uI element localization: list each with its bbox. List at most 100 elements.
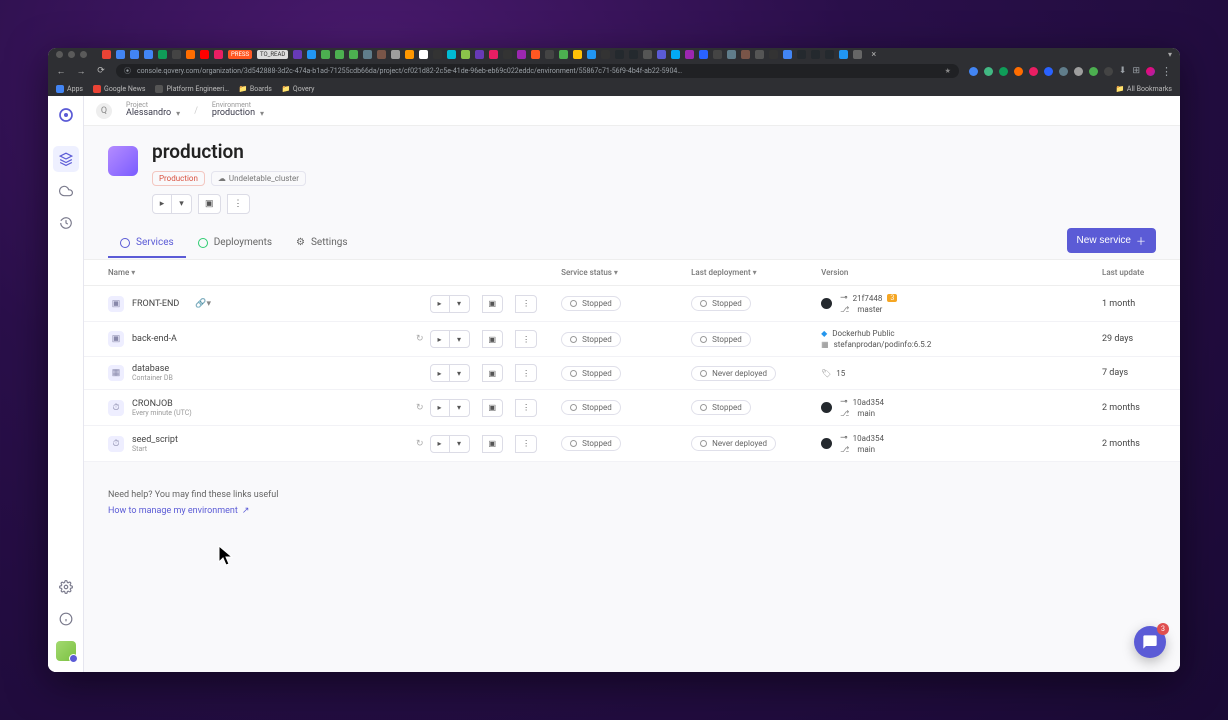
- hero: production Production ☁Undeletable_clust…: [84, 126, 1180, 214]
- row-more-button[interactable]: ⋮: [515, 364, 537, 382]
- tag-icon: 🏷: [821, 369, 831, 378]
- col-status[interactable]: Service status ▾: [549, 260, 679, 286]
- rail-layers-icon[interactable]: [53, 146, 79, 172]
- image-icon: ▦: [821, 340, 829, 349]
- tab-settings[interactable]: ⚙ Settings: [284, 229, 359, 258]
- rail-avatar-icon[interactable]: [53, 638, 79, 664]
- tab-favicons[interactable]: PRESS TO_READ: [102, 50, 1161, 60]
- table-row[interactable]: ▦databaseContainer DB▸▾▣⋮StoppedNever de…: [84, 357, 1180, 390]
- version-badge: 3: [887, 294, 897, 302]
- org-avatar-icon[interactable]: Q: [96, 103, 112, 119]
- link-dropdown-icon[interactable]: 🔗▾: [195, 299, 211, 309]
- row-play-dropdown[interactable]: ▾: [450, 399, 470, 417]
- row-play-button[interactable]: ▸: [430, 435, 450, 453]
- browser-window: PRESS TO_READ: [48, 48, 1180, 672]
- bookmark-platform[interactable]: Platform Engineeri…: [166, 85, 228, 93]
- rail-cloud-icon[interactable]: [53, 178, 79, 204]
- row-stop-button[interactable]: ▣: [482, 330, 504, 348]
- col-last-update: Last update: [1090, 260, 1180, 286]
- bookmark-qovery[interactable]: Qovery: [293, 85, 315, 93]
- bookmark-all[interactable]: All Bookmarks: [1127, 85, 1172, 93]
- tab-overflow-icon[interactable]: ▾: [1168, 50, 1172, 59]
- row-more-button[interactable]: ⋮: [515, 295, 537, 313]
- refresh-icon[interactable]: ↻: [416, 334, 424, 344]
- service-name: CRONJOB: [132, 399, 192, 409]
- rail-info-icon[interactable]: [53, 606, 79, 632]
- row-more-button[interactable]: ⋮: [515, 435, 537, 453]
- rail-settings-icon[interactable]: [53, 574, 79, 600]
- window-controls[interactable]: [56, 51, 87, 58]
- table-row[interactable]: ▣back-end-A↻▸▾▣⋮StoppedStopped◆Dockerhub…: [84, 322, 1180, 357]
- row-play-dropdown[interactable]: ▾: [450, 435, 470, 453]
- row-play-button[interactable]: ▸: [430, 399, 450, 417]
- table-row[interactable]: ⏱seed_scriptStart↻▸▾▣⋮StoppedNever deplo…: [84, 426, 1180, 462]
- bookmarks-bar[interactable]: Apps Google News Platform Engineeri… 📁Bo…: [48, 81, 1180, 96]
- deploy-pill: Stopped: [691, 332, 751, 347]
- refresh-icon[interactable]: ↻: [416, 439, 424, 449]
- nav-back-icon[interactable]: ←: [56, 66, 66, 76]
- commit-icon: ⊸: [840, 433, 848, 443]
- rail-history-icon[interactable]: [53, 210, 79, 236]
- row-stop-button[interactable]: ▣: [482, 435, 504, 453]
- extension-icons[interactable]: ⬇ ⊞ ⋮: [969, 65, 1172, 78]
- tab-strip: PRESS TO_READ: [48, 48, 1180, 61]
- help-link[interactable]: How to manage my environment↗: [108, 506, 1156, 516]
- version-cell: ⊸21f7448 3master: [821, 293, 1078, 314]
- row-play-button[interactable]: ▸: [430, 295, 450, 313]
- row-play-button[interactable]: ▸: [430, 364, 450, 382]
- sort-icon: ▾: [614, 268, 618, 277]
- row-play-dropdown[interactable]: ▾: [450, 364, 470, 382]
- bookmark-apps[interactable]: Apps: [67, 85, 83, 93]
- col-version: Version: [809, 260, 1090, 286]
- last-update-cell: 1 month: [1090, 286, 1180, 322]
- footer-help: Need help? You may find these links usef…: [84, 472, 1180, 524]
- bookmark-boards[interactable]: Boards: [250, 85, 272, 93]
- table-row[interactable]: ▣FRONT-END🔗▾▸▾▣⋮StoppedStopped⊸21f7448 3…: [84, 286, 1180, 322]
- github-icon: [821, 402, 832, 413]
- nav-forward-icon[interactable]: →: [76, 66, 86, 76]
- stop-button[interactable]: ▣: [198, 194, 221, 214]
- row-stop-button[interactable]: ▣: [482, 295, 504, 313]
- row-more-button[interactable]: ⋮: [515, 330, 537, 348]
- last-update-cell: 2 months: [1090, 426, 1180, 462]
- sort-icon: ▾: [131, 268, 135, 277]
- nav-reload-icon[interactable]: ⟳: [96, 66, 106, 76]
- external-link-icon: ↗: [242, 506, 250, 516]
- play-button[interactable]: ▸: [152, 194, 172, 214]
- breadcrumb-environment[interactable]: Environment production▾: [212, 102, 264, 120]
- row-play-dropdown[interactable]: ▾: [450, 295, 470, 313]
- row-more-button[interactable]: ⋮: [515, 399, 537, 417]
- version-cell: ⊸10ad354main: [821, 433, 1078, 454]
- row-play-button[interactable]: ▸: [430, 330, 450, 348]
- tab-badge-toread[interactable]: TO_READ: [257, 50, 288, 59]
- chat-bubble-button[interactable]: 3: [1134, 626, 1166, 658]
- col-last-deploy[interactable]: Last deployment ▾: [679, 260, 809, 286]
- docker-icon: ◆: [821, 329, 827, 338]
- sort-icon: ▾: [753, 268, 757, 277]
- play-dropdown-button[interactable]: ▾: [172, 194, 192, 214]
- tab-badge-press[interactable]: PRESS: [228, 50, 252, 59]
- tag-cluster: ☁Undeletable_cluster: [211, 171, 306, 186]
- refresh-icon[interactable]: ↻: [416, 403, 424, 413]
- check-circle-icon: [198, 238, 208, 248]
- new-service-button[interactable]: New service ＋: [1067, 228, 1156, 253]
- logo-icon[interactable]: [53, 102, 79, 128]
- page-title: production: [152, 140, 306, 163]
- bookmark-googlenews[interactable]: Google News: [104, 85, 145, 93]
- tab-services[interactable]: Services: [108, 229, 186, 258]
- tag-production: Production: [152, 171, 205, 186]
- col-name[interactable]: Name ▾: [84, 260, 404, 286]
- version-cell: 🏷15: [821, 369, 1078, 378]
- status-pill: Stopped: [561, 400, 621, 415]
- url-bar[interactable]: ⦿ console.qovery.com/organization/3d5428…: [116, 64, 959, 78]
- more-button[interactable]: ⋮: [227, 194, 250, 214]
- table-row[interactable]: ⏱CRONJOBEvery minute (UTC)↻▸▾▣⋮StoppedSt…: [84, 390, 1180, 426]
- breadcrumb-project[interactable]: Project Alessandro▾: [126, 102, 180, 120]
- services-table: Name ▾ Service status ▾ Last deployment …: [84, 260, 1180, 472]
- tab-deployments[interactable]: Deployments: [186, 229, 284, 258]
- deploy-pill: Never deployed: [691, 366, 776, 381]
- row-stop-button[interactable]: ▣: [482, 399, 504, 417]
- service-type-icon: ▦: [108, 365, 124, 381]
- row-play-dropdown[interactable]: ▾: [450, 330, 470, 348]
- row-stop-button[interactable]: ▣: [482, 364, 504, 382]
